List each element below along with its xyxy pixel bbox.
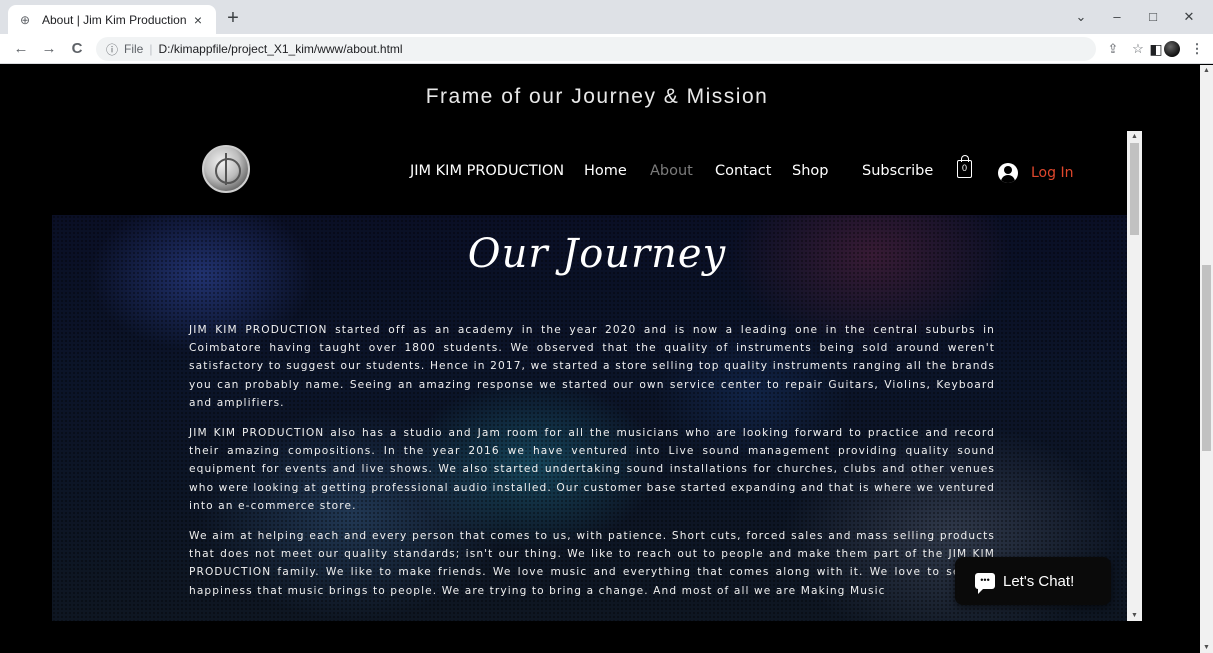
globe-icon: ⊕ [19,12,31,27]
nav-brand-link[interactable]: JIM KIM PRODUCTION [410,163,564,179]
about-paragraph: JIM KIM PRODUCTION also has a studio and… [189,427,995,512]
maximize-button[interactable]: □ [1135,6,1171,28]
forward-button[interactable]: → [38,38,60,60]
side-panel-icon[interactable]: ◧ [1147,40,1165,58]
nav-about-link[interactable]: About [650,163,693,179]
address-bar[interactable]: ⓘ File | D:/kimappfile/project_X1_kim/ww… [96,37,1096,61]
about-paragraph: We aim at helping each and every person … [189,530,995,597]
tab-search-icon[interactable]: ⌄ [1063,6,1099,28]
back-button[interactable]: ← [10,38,32,60]
menu-kebab-icon[interactable]: ⋮ [1188,40,1206,58]
about-body: JIM KIM PRODUCTION started off as an aca… [189,321,995,612]
browser-tab-strip: ⊕ About | Jim Kim Production × + ⌄ – □ ✕ [0,0,1213,34]
close-window-button[interactable]: ✕ [1171,6,1207,28]
minimize-button[interactable]: – [1099,6,1135,28]
page-tagline: Frame of our Journey & Mission [425,85,769,108]
scroll-up-arrow-icon[interactable]: ▲ [1202,67,1211,74]
browser-toolbar: ← → C ⓘ File | D:/kimappfile/project_X1_… [0,34,1213,64]
page-scrollbar[interactable]: ▲ ▼ [1200,65,1213,653]
tab-close-icon[interactable]: × [190,12,206,28]
scrollbar-thumb[interactable] [1202,265,1211,451]
new-tab-button[interactable]: + [222,8,244,30]
chat-widget-button[interactable]: Let's Chat! [955,557,1111,605]
share-icon[interactable]: ⇪ [1104,40,1122,58]
user-avatar-icon[interactable] [998,163,1018,183]
scroll-down-arrow-icon[interactable]: ▼ [1202,644,1211,651]
scrollbar-thumb[interactable] [1130,143,1139,235]
tab-title: About | Jim Kim Production [42,12,187,27]
nav-contact-link[interactable]: Contact [715,163,771,179]
info-icon[interactable]: ⓘ [106,41,118,58]
nav-subscribe-link[interactable]: Subscribe [862,163,933,179]
url-separator: | [149,42,153,56]
content-scrollbar[interactable]: ▲ ▼ [1127,131,1142,621]
scroll-down-arrow-icon[interactable]: ▼ [1130,612,1139,619]
nav-home-link[interactable]: Home [584,163,627,179]
login-link[interactable]: Log In [1031,165,1073,181]
site-header: JIM KIM PRODUCTION Home About Contact Sh… [52,131,1142,215]
url-text[interactable]: D:/kimappfile/project_X1_kim/www/about.h… [158,42,402,56]
scroll-up-arrow-icon[interactable]: ▲ [1130,133,1139,140]
bookmark-star-icon[interactable]: ☆ [1129,40,1147,58]
page-heading: Our Journey [467,231,727,277]
browser-tab[interactable]: ⊕ About | Jim Kim Production × [8,5,216,34]
nav-shop-link[interactable]: Shop [792,163,828,179]
profile-avatar[interactable] [1164,41,1180,57]
about-paragraph: JIM KIM PRODUCTION started off as an aca… [189,324,995,409]
content-frame: JIM KIM PRODUCTION Home About Contact Sh… [52,131,1142,621]
page-viewport: Frame of our Journey & Mission JIM KIM P… [0,65,1213,653]
shopping-bag-icon[interactable]: 0 [957,155,972,178]
reload-button[interactable]: C [66,38,88,60]
url-scheme: File [124,42,144,56]
chat-bubble-icon [975,573,995,594]
chat-label: Let's Chat! [1003,572,1075,590]
site-logo[interactable] [202,145,250,193]
